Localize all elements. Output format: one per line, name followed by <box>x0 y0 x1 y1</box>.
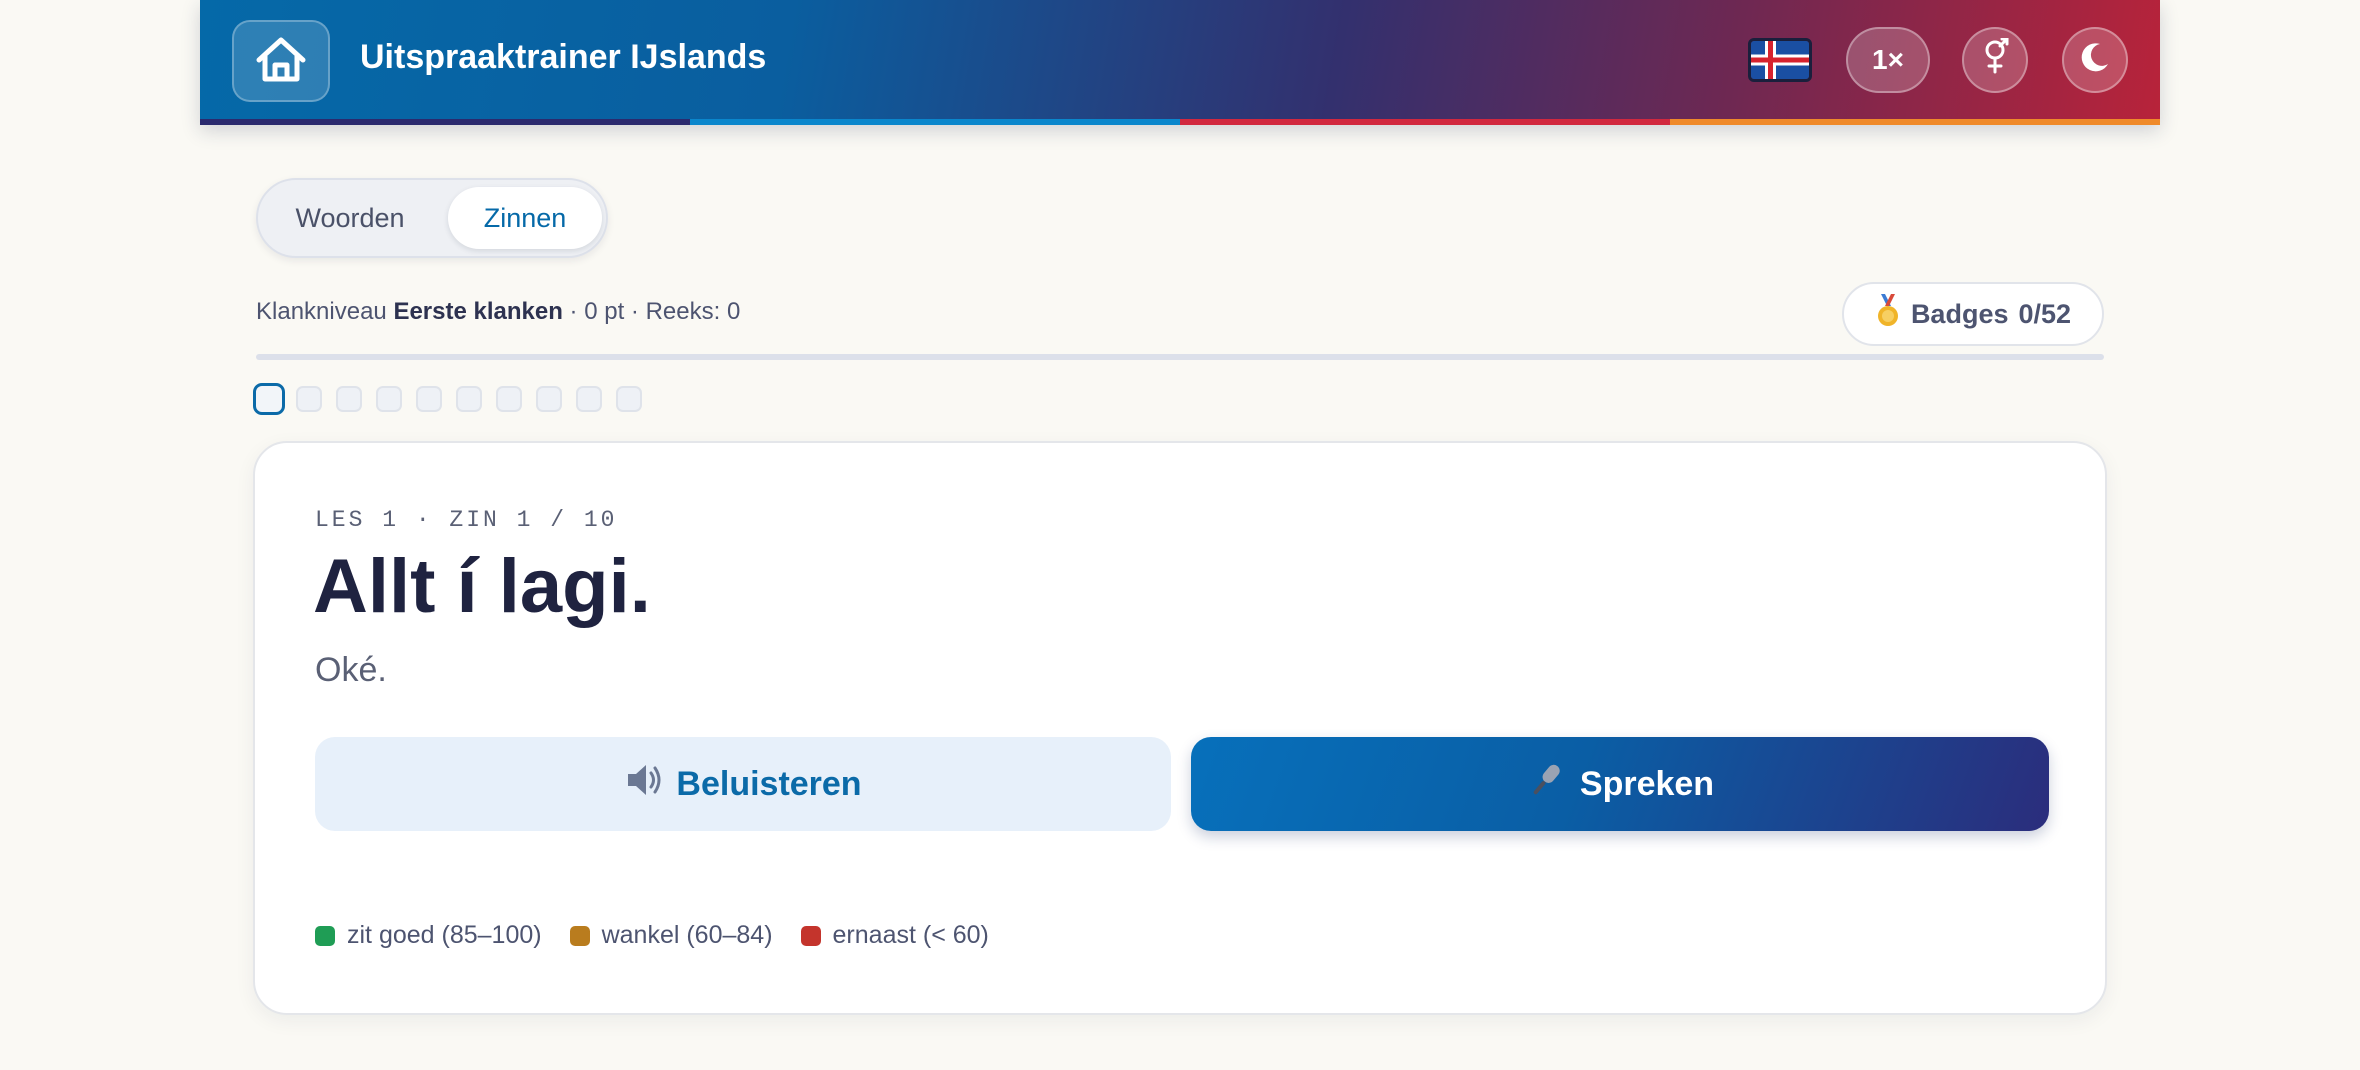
medal-icon <box>1875 293 1901 335</box>
legend-swatch <box>569 925 590 946</box>
theme-toggle-button[interactable] <box>2062 27 2128 93</box>
badges-label: Badges <box>1910 298 2009 329</box>
legend-label: ernaast (< 60) <box>832 921 989 949</box>
status-line: Klankniveau Eerste klanken · 0 pt · Reek… <box>256 298 740 326</box>
voice-gender-button[interactable] <box>1962 27 2028 93</box>
sentence-dot[interactable] <box>616 386 642 412</box>
tab-woorden[interactable]: Woorden <box>266 187 434 249</box>
level-name: Eerste klanken <box>393 298 563 325</box>
badges-count: 0/52 <box>2018 298 2072 329</box>
playback-speed-button[interactable]: 1× <box>1846 27 1930 93</box>
sentence-dot[interactable] <box>376 386 402 412</box>
sentence-dot[interactable] <box>576 386 602 412</box>
speak-label: Spreken <box>1579 764 1715 803</box>
listen-button[interactable]: Beluisteren <box>315 737 1171 831</box>
sentence-dot[interactable] <box>456 386 482 412</box>
playback-speed-label: 1× <box>1872 44 1904 75</box>
badges-button[interactable]: Badges 0/52 <box>1842 282 2104 346</box>
legend-label: zit goed (85–100) <box>347 921 542 949</box>
app-title: Uitspraaktrainer IJslands <box>360 38 767 76</box>
gender-icon <box>1978 37 2012 83</box>
streak-text: · Reeks: 0 <box>630 298 741 325</box>
listen-label: Beluisteren <box>676 764 862 803</box>
tab-zinnen[interactable]: Zinnen <box>448 187 602 249</box>
level-prefix: Klankniveau <box>256 298 387 325</box>
legend-item: ernaast (< 60) <box>800 921 989 950</box>
score-legend: zit goed (85–100) wankel (60–84) ernaast… <box>315 921 989 950</box>
legend-label: wankel (60–84) <box>601 921 773 949</box>
speak-button[interactable]: Spreken <box>1191 737 2049 831</box>
sentence-dot[interactable] <box>253 383 285 415</box>
iceland-flag-icon[interactable] <box>1748 38 1812 82</box>
speaker-icon <box>624 762 664 807</box>
sentence-card: LES 1 · ZIN 1 / 10 Allt í lagi. Oké. Bel… <box>253 441 2107 1015</box>
lesson-position-label: LES 1 · ZIN 1 / 10 <box>315 507 618 533</box>
sentence-dot[interactable] <box>296 386 322 412</box>
stripe-segment <box>1670 119 2160 125</box>
target-phrase: Allt í lagi. <box>313 544 651 629</box>
microphone-icon <box>1526 760 1566 809</box>
stripe-segment <box>1180 119 1670 125</box>
mode-tabs: Woorden Zinnen <box>256 178 608 258</box>
stripe-segment <box>690 119 1180 125</box>
points-text: · 0 pt <box>569 298 625 325</box>
legend-item: wankel (60–84) <box>569 921 773 950</box>
home-icon <box>253 34 309 89</box>
legend-swatch <box>315 925 335 946</box>
lesson-progress-track <box>256 354 2104 360</box>
stripe-segment <box>200 119 690 125</box>
home-button[interactable] <box>232 20 330 102</box>
sentence-dot[interactable] <box>416 386 442 412</box>
header-color-stripe <box>200 119 2160 125</box>
sentence-dot[interactable] <box>496 386 522 412</box>
legend-item: zit goed (85–100) <box>315 921 542 950</box>
sentence-dot[interactable] <box>336 386 362 412</box>
app-header: Uitspraaktrainer IJslands 1× <box>200 0 2160 125</box>
sentence-dot[interactable] <box>536 386 562 412</box>
moon-icon <box>2078 40 2112 81</box>
phrase-translation: Oké. <box>315 651 387 689</box>
legend-swatch <box>800 925 821 946</box>
